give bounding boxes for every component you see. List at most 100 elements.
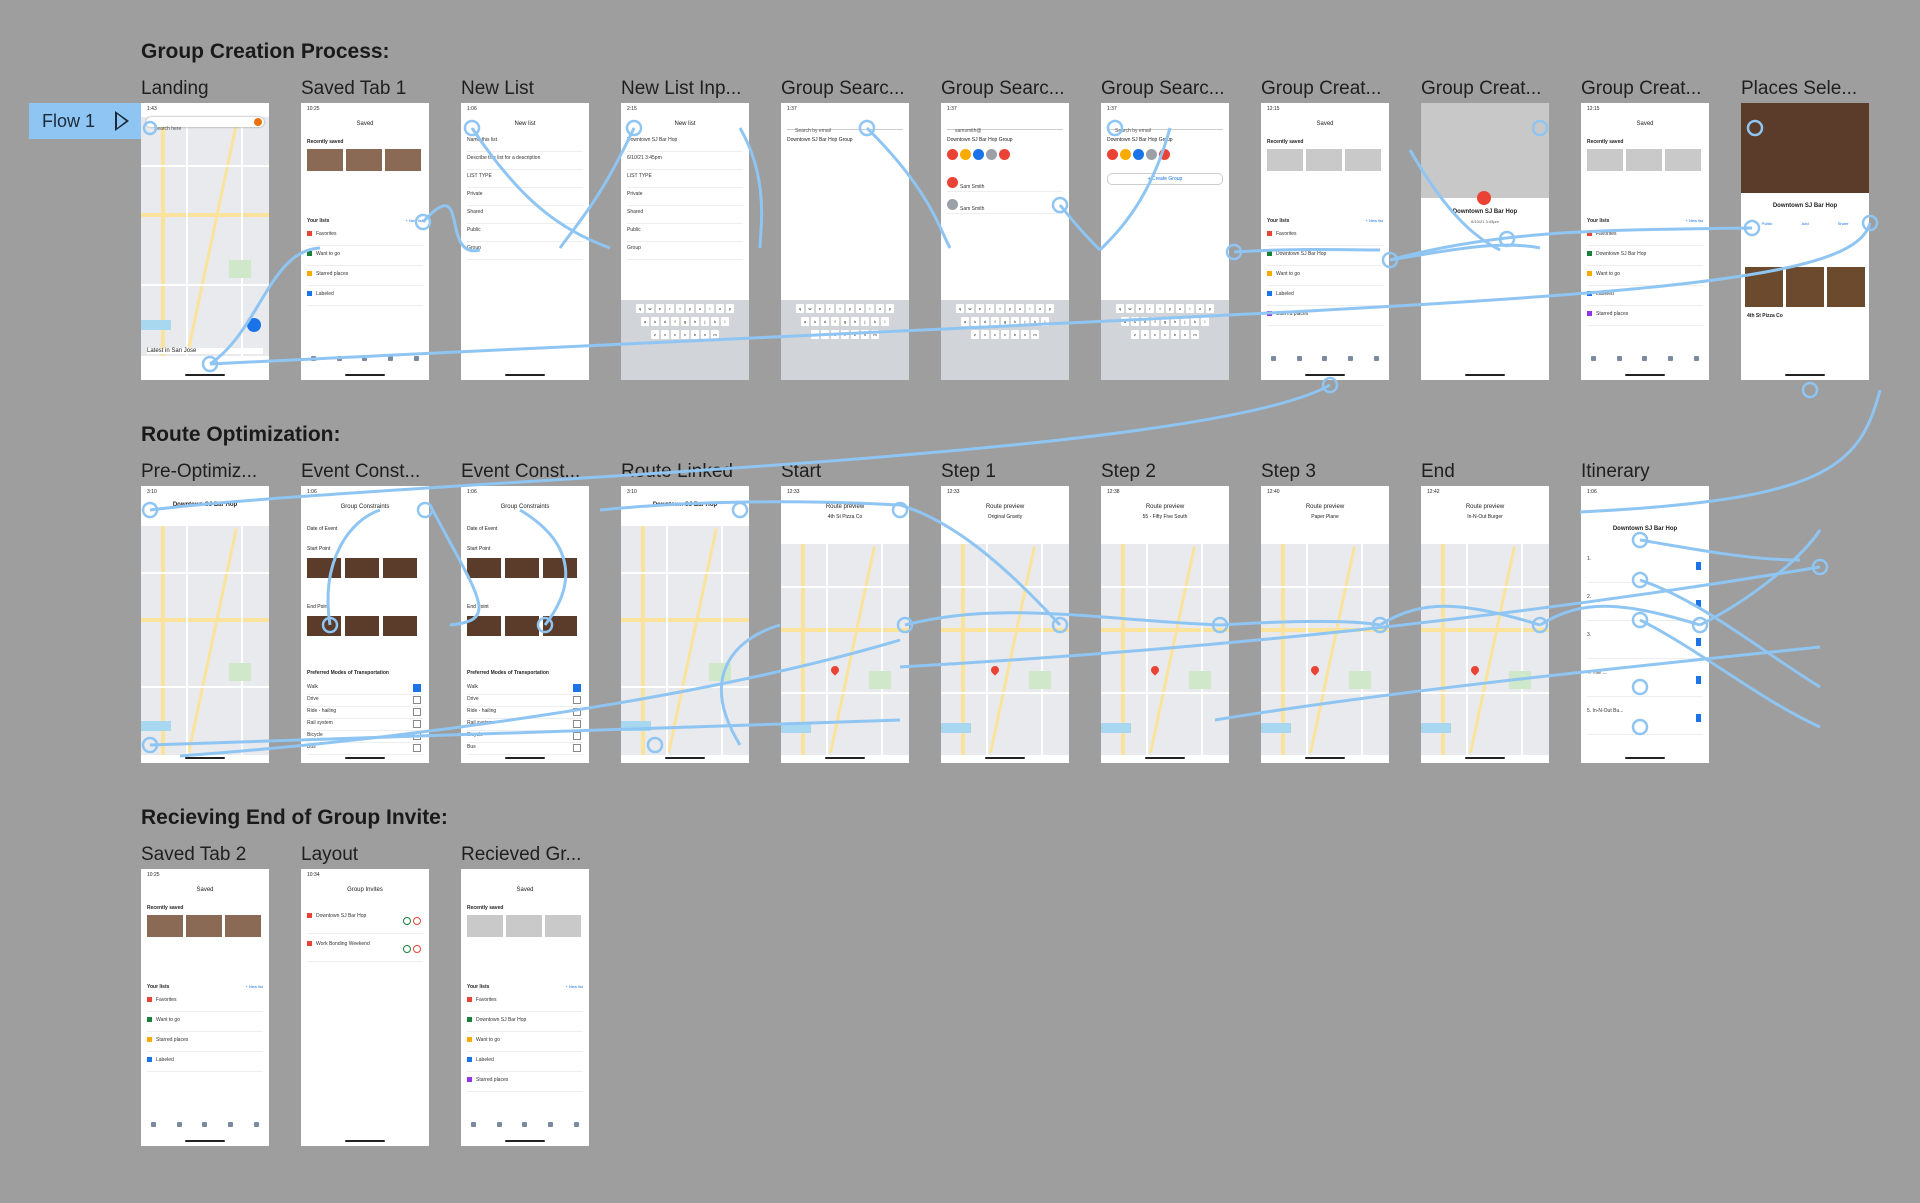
key[interactable]: f — [991, 317, 999, 326]
key[interactable]: a — [961, 317, 969, 326]
list-item[interactable]: Downtown SJ Bar Hop — [1267, 251, 1383, 266]
end-option[interactable] — [307, 616, 341, 636]
list-item[interactable]: Want to go — [307, 251, 423, 266]
key[interactable]: e — [1136, 304, 1144, 313]
transport-mode-option[interactable]: Ride - hailing — [467, 708, 583, 719]
list-item[interactable]: Want to go — [1267, 271, 1383, 286]
end-option[interactable] — [467, 616, 501, 636]
key[interactable]: s — [971, 317, 979, 326]
key[interactable]: v — [1161, 330, 1169, 339]
tab-go[interactable] — [496, 1122, 502, 1136]
form-field[interactable]: Group — [467, 245, 583, 260]
action-button[interactable]: Share — [1838, 221, 1849, 226]
key[interactable]: w — [1126, 304, 1134, 313]
form-field[interactable]: Name this list — [467, 137, 583, 152]
phone-frame[interactable]: 10:34 Group Invites Downtown SJ Bar Hop Wor… — [301, 869, 429, 1146]
form-field[interactable]: Public — [467, 227, 583, 242]
key[interactable]: m — [1031, 330, 1039, 339]
tab-explore[interactable] — [311, 356, 317, 370]
new-list-button[interactable]: + New list — [1686, 218, 1703, 223]
key[interactable]: w — [806, 304, 814, 313]
key[interactable]: g — [1161, 317, 1169, 326]
key[interactable]: b — [691, 330, 699, 339]
new-list-button[interactable]: + New list — [246, 984, 263, 989]
keyboard[interactable]: qwertyuiop asdfghjkl zxcvbnm — [941, 300, 1069, 380]
member-avatar[interactable] — [999, 149, 1010, 160]
phone-frame[interactable]: 12:33 Route preview Original Gravity — [941, 486, 1069, 763]
phone-frame[interactable]: 12:15 Saved Recently saved Your lists + New … — [1581, 103, 1709, 380]
member-avatar[interactable] — [986, 149, 997, 160]
phone-frame[interactable]: 1:06 New list Name this list Describe this … — [461, 103, 589, 380]
list-item[interactable]: Favorites — [307, 231, 423, 246]
start-option[interactable] — [307, 558, 341, 578]
map-view[interactable] — [941, 544, 1069, 755]
decline-icon[interactable] — [413, 917, 421, 925]
recent-thumbnail[interactable] — [467, 915, 503, 937]
recent-thumbnail[interactable] — [307, 149, 343, 171]
checkbox[interactable] — [573, 744, 581, 752]
phone-frame[interactable]: 12:15 Saved Recently saved Your lists + New … — [1261, 103, 1389, 380]
email-search-input[interactable]: samsmith@ — [947, 119, 1063, 134]
key[interactable]: o — [876, 304, 884, 313]
play-icon[interactable] — [115, 111, 129, 131]
phone-frame[interactable]: 2:15 New list Downtown SJ Bar Hop 6/10/21 3… — [621, 103, 749, 380]
key[interactable]: l — [1041, 317, 1049, 326]
key[interactable]: x — [821, 330, 829, 339]
key[interactable]: t — [1156, 304, 1164, 313]
key[interactable]: z — [1131, 330, 1139, 339]
list-item[interactable]: Starred places — [1267, 311, 1383, 326]
end-option[interactable] — [383, 616, 417, 636]
decline-icon[interactable] — [413, 945, 421, 953]
tab-go[interactable] — [1616, 356, 1622, 370]
phone-frame[interactable]: 12:23Downtown SJ Bar HopPublicAddShare4t… — [1741, 103, 1869, 380]
tab-explore[interactable] — [1591, 356, 1597, 370]
list-item[interactable]: Labeled — [1267, 291, 1383, 306]
key[interactable]: t — [836, 304, 844, 313]
list-item[interactable]: Want to go — [147, 1017, 263, 1032]
recent-thumbnails[interactable] — [307, 149, 429, 171]
phone-frame[interactable]: 12:40 Route preview Paper Plane — [1261, 486, 1389, 763]
key[interactable]: y — [1006, 304, 1014, 313]
start-option[interactable] — [467, 558, 501, 578]
map-view[interactable] — [1421, 103, 1549, 198]
form-field[interactable]: Group — [627, 245, 743, 260]
action-button[interactable]: Public — [1762, 221, 1773, 226]
form-field[interactable]: Downtown SJ Bar Hop — [627, 137, 743, 152]
phone-frame[interactable]: 1:37 Search by email Downtown SJ Bar Hop G… — [1101, 103, 1229, 380]
itinerary-stop[interactable]: 2. — [1587, 594, 1703, 621]
key[interactable]: b — [851, 330, 859, 339]
transport-mode-option[interactable]: Bicycle — [467, 732, 583, 743]
form-field[interactable]: Shared — [467, 209, 583, 224]
key[interactable]: u — [1016, 304, 1024, 313]
member-avatar[interactable] — [1159, 149, 1170, 160]
recent-thumbnail[interactable] — [147, 915, 183, 937]
phone-frame[interactable]: 1:06 Group Constraints Date of Event Start … — [301, 486, 429, 763]
key[interactable]: y — [846, 304, 854, 313]
key[interactable]: m — [711, 330, 719, 339]
list-item[interactable]: Downtown SJ Bar Hop — [467, 1017, 583, 1032]
key[interactable]: h — [851, 317, 859, 326]
key[interactable]: z — [971, 330, 979, 339]
checkbox[interactable] — [573, 696, 581, 704]
tab-contribute[interactable] — [388, 356, 394, 370]
key[interactable]: c — [831, 330, 839, 339]
key[interactable]: v — [681, 330, 689, 339]
key[interactable]: q — [636, 304, 644, 313]
key[interactable]: a — [1121, 317, 1129, 326]
phone-frame[interactable]: 12:38 Route preview 55 - Fifty Five South — [1101, 486, 1229, 763]
key[interactable]: f — [671, 317, 679, 326]
accept-icon[interactable] — [403, 945, 411, 953]
tab-contribute[interactable] — [548, 1122, 554, 1136]
key[interactable]: o — [1036, 304, 1044, 313]
form-field[interactable]: Public — [627, 227, 743, 242]
itinerary-stop[interactable]: 5. In-N-Out Bu... — [1587, 708, 1703, 735]
key[interactable]: l — [721, 317, 729, 326]
key[interactable]: l — [881, 317, 889, 326]
start-option[interactable] — [505, 558, 539, 578]
key[interactable]: t — [996, 304, 1004, 313]
key[interactable]: n — [1181, 330, 1189, 339]
member-avatar[interactable] — [1146, 149, 1157, 160]
key[interactable]: g — [841, 317, 849, 326]
create-group-button[interactable]: + Create Group — [1107, 173, 1223, 185]
key[interactable]: o — [1196, 304, 1204, 313]
